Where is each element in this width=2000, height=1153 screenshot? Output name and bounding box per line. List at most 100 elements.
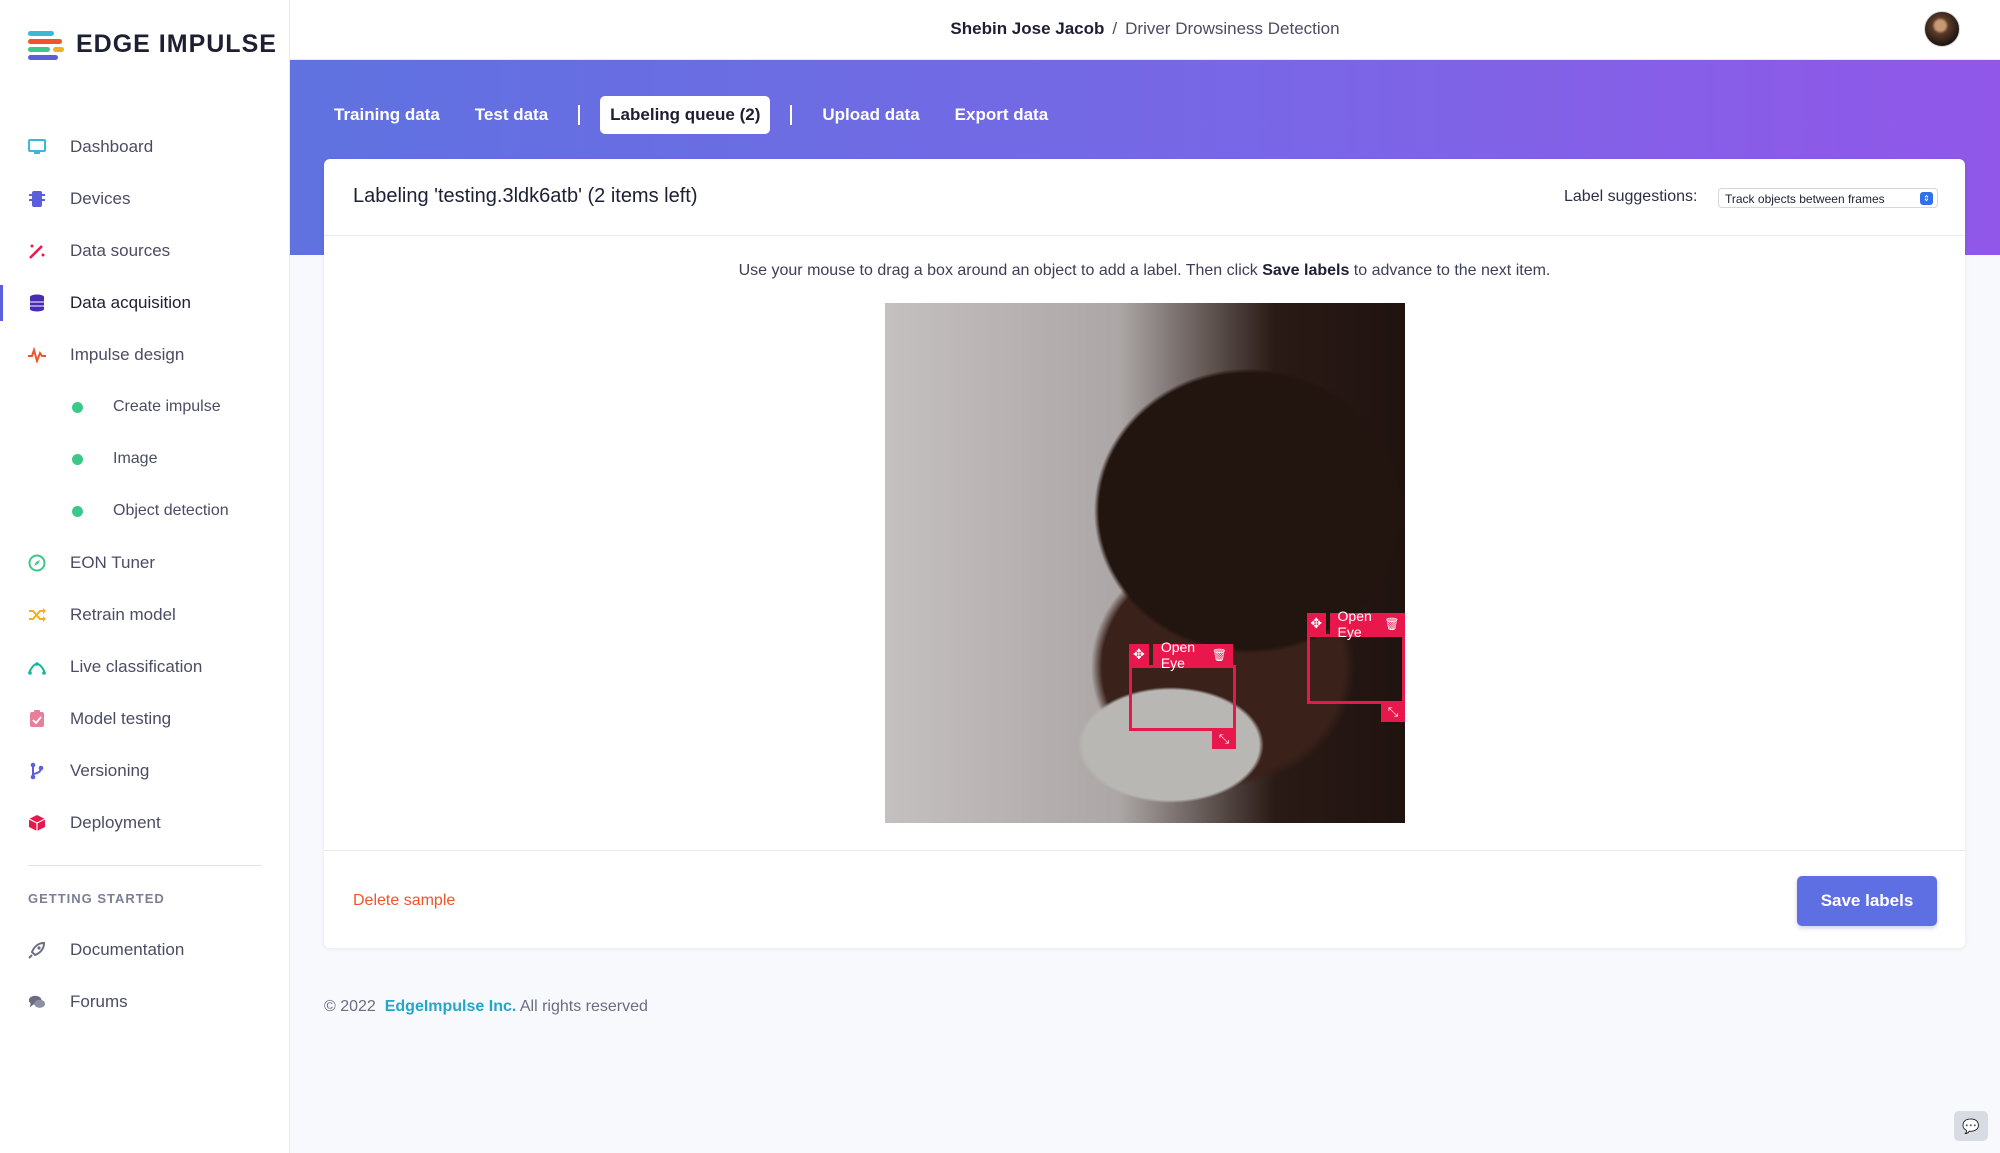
clipboard-icon — [28, 710, 46, 728]
pulse-icon — [28, 346, 46, 364]
sidebar-item-label: Retrain model — [70, 605, 176, 624]
chat-icon — [28, 993, 46, 1011]
box-icon — [28, 814, 46, 832]
top-bar: Shebin Jose Jacob / Driver Drowsiness Dete… — [290, 0, 2000, 60]
status-dot-icon — [72, 505, 83, 517]
sidebar-item-dashboard[interactable]: Dashboard — [0, 121, 290, 173]
data-tabs: Training data Test data Labeling queue (… — [324, 96, 1073, 134]
move-icon[interactable]: ✥ — [1129, 644, 1149, 665]
sidebar-item-live-classification[interactable]: Live classification — [0, 641, 290, 693]
bounding-box[interactable]: ✥ Open Eye 🗑 ⤡ — [1129, 639, 1236, 749]
sidebar-item-label: Image — [113, 450, 158, 467]
save-labels-button[interactable]: Save labels — [1797, 876, 1937, 926]
sidebar-item-forums[interactable]: Forums — [0, 976, 290, 1028]
rocket-icon — [28, 941, 46, 959]
bounding-box-label[interactable]: Open Eye 🗑 — [1152, 639, 1233, 671]
company-link[interactable]: EdgeImpulse Inc. — [385, 998, 517, 1015]
card-header: Labeling 'testing.3ldk6atb' (2 items lef… — [324, 159, 1965, 236]
sidebar-item-model-testing[interactable]: Model testing — [0, 693, 290, 745]
label-suggestions-label: Label suggestions: — [1564, 188, 1698, 205]
sidebar-item-create-impulse[interactable]: Create impulse — [0, 381, 290, 433]
sidebar-item-versioning[interactable]: Versioning — [0, 745, 290, 797]
sidebar-item-label: Versioning — [70, 761, 150, 780]
bounding-box[interactable]: ✥ Open Eye 🗑 ⤡ — [1307, 608, 1405, 722]
labeling-card: Labeling 'testing.3ldk6atb' (2 items lef… — [324, 159, 1965, 948]
sidebar-item-label: Create impulse — [113, 398, 221, 415]
sidebar-item-deployment[interactable]: Deployment — [0, 797, 290, 849]
bounding-box-label-text: Open Eye — [1160, 638, 1196, 671]
logo[interactable]: EDGE IMPULSE — [28, 30, 277, 60]
breadcrumb-user[interactable]: Shebin Jose Jacob — [950, 19, 1104, 38]
sidebar-item-label: Deployment — [70, 813, 161, 832]
chat-bubble-icon: 💬 — [1962, 1117, 1980, 1134]
sidebar-item-label: Live classification — [70, 657, 203, 676]
wand-icon — [28, 242, 46, 260]
sidebar-item-label: Dashboard — [70, 137, 154, 156]
tab-labeling-queue[interactable]: Labeling queue (2) — [600, 96, 771, 134]
label-suggestions-value: Track objects between frames — [1725, 192, 1885, 206]
getting-started-nav: Documentation Forums — [0, 924, 290, 1028]
sidebar-divider — [28, 865, 262, 866]
tab-training-data[interactable]: Training data — [324, 96, 450, 134]
sidebar-item-label: Model testing — [70, 709, 172, 728]
bounding-box-toolbar: ✥ Open Eye 🗑 — [1129, 639, 1233, 671]
tab-upload-data[interactable]: Upload data — [812, 96, 929, 134]
bounding-box-label[interactable]: Open Eye 🗑 — [1329, 608, 1405, 640]
status-dot-icon — [72, 453, 83, 465]
sample-image[interactable]: ✥ Open Eye 🗑 ⤡ ✥ Open Eye 🗑 ⤡ — [885, 303, 1405, 823]
trash-icon[interactable]: 🗑 — [1384, 617, 1399, 631]
sidebar-item-label: Object detection — [113, 502, 229, 519]
label-suggestions-select[interactable]: Track objects between frames ⇕ — [1718, 188, 1938, 208]
copyright: © 2022 EdgeImpulse Inc. All rights reser… — [324, 998, 648, 1016]
breadcrumb-project[interactable]: Driver Drowsiness Detection — [1125, 19, 1339, 38]
delete-sample-link[interactable]: Delete sample — [353, 892, 455, 910]
sidebar-item-label: Data acquisition — [70, 293, 191, 312]
instructions-text-end: to advance to the next item. — [1349, 262, 1551, 279]
sidebar-item-image[interactable]: Image — [0, 433, 290, 485]
instructions-text: Use your mouse to drag a box around an o… — [738, 262, 1263, 279]
resize-icon[interactable]: ⤡ — [1381, 701, 1405, 722]
sidebar-item-label: Documentation — [70, 940, 185, 959]
sidebar-item-retrain-model[interactable]: Retrain model — [0, 589, 290, 641]
sidebar-item-label: Impulse design — [70, 345, 185, 364]
select-arrows-icon: ⇕ — [1920, 192, 1933, 205]
trash-icon[interactable]: 🗑 — [1212, 648, 1227, 662]
sidebar-nav: Dashboard Devices Data sources Data acqu… — [0, 121, 290, 849]
tab-test-data[interactable]: Test data — [465, 96, 558, 134]
bounding-box-toolbar: ✥ Open Eye 🗑 — [1307, 608, 1405, 640]
card-footer: Delete sample Save labels — [324, 850, 1965, 948]
card-title: Labeling 'testing.3ldk6atb' (2 items lef… — [353, 185, 698, 207]
sidebar-item-object-detection[interactable]: Object detection — [0, 485, 290, 537]
tab-divider — [790, 105, 793, 125]
sidebar-item-eon-tuner[interactable]: EON Tuner — [0, 537, 290, 589]
resize-icon[interactable]: ⤡ — [1212, 728, 1236, 749]
avatar[interactable] — [1924, 11, 1960, 47]
graph-icon — [28, 658, 46, 676]
database-icon — [28, 294, 46, 312]
instructions-highlight: Save labels — [1262, 262, 1350, 279]
sidebar-item-impulse-design[interactable]: Impulse design — [0, 329, 290, 381]
sidebar-item-label: Forums — [70, 992, 128, 1011]
feedback-button[interactable]: 💬 — [1954, 1111, 1988, 1141]
tab-export-data[interactable]: Export data — [945, 96, 1059, 134]
monitor-icon — [28, 138, 46, 156]
breadcrumb: Shebin Jose Jacob / Driver Drowsiness Dete… — [290, 19, 2000, 39]
section-title-getting-started: GETTING STARTED — [28, 891, 165, 906]
sidebar-item-label: EON Tuner — [70, 553, 156, 572]
sidebar-item-documentation[interactable]: Documentation — [0, 924, 290, 976]
compass-icon — [28, 554, 46, 572]
edge-impulse-logo-icon — [28, 30, 66, 60]
shuffle-icon — [28, 606, 46, 624]
copyright-year: © 2022 — [324, 998, 376, 1015]
breadcrumb-separator: / — [1112, 19, 1118, 38]
app-name: EDGE IMPULSE — [76, 30, 277, 58]
status-dot-icon — [72, 401, 83, 413]
sidebar-item-devices[interactable]: Devices — [0, 173, 290, 225]
sidebar-item-data-acquisition[interactable]: Data acquisition — [0, 277, 290, 329]
move-icon[interactable]: ✥ — [1307, 613, 1326, 634]
labeling-instructions: Use your mouse to drag a box around an o… — [324, 262, 1965, 280]
sidebar-item-label: Devices — [70, 189, 131, 208]
bounding-box-label-text: Open Eye — [1337, 607, 1372, 640]
sidebar-item-data-sources[interactable]: Data sources — [0, 225, 290, 277]
sidebar: EDGE IMPULSE Dashboard Devices Data sour… — [0, 0, 290, 1153]
